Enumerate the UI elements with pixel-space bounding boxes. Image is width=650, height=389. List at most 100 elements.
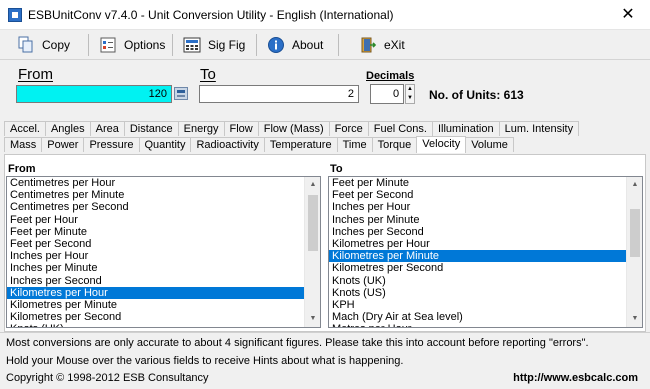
list-item[interactable]: Kilometres per Hour <box>7 286 320 299</box>
list-item[interactable]: Knots (US) <box>329 287 642 299</box>
list-item[interactable]: Inches per Second <box>329 226 642 238</box>
website-link[interactable]: http://www.esbcalc.com <box>513 372 638 384</box>
decimals-input[interactable]: 0 <box>370 84 404 104</box>
info-icon <box>266 35 286 55</box>
list-item[interactable]: Feet per Second <box>7 238 320 250</box>
copyright: Copyright © 1998-2012 ESB Consultancy <box>6 372 209 384</box>
copy-button[interactable]: Copy <box>8 33 78 57</box>
category-tabs: Accel. Angles Area Distance Energy Flow Flow (… <box>4 121 646 155</box>
to-list-scrollbar[interactable]: ▲ ▼ <box>626 177 642 327</box>
list-item[interactable]: Kilometres per Second <box>7 311 320 323</box>
accuracy-note: Most conversions are only accurate to ab… <box>6 337 589 349</box>
list-item[interactable]: Knots (UK) <box>329 275 642 287</box>
decimals-spinner[interactable]: ▲ ▼ <box>405 84 415 104</box>
options-icon <box>98 35 118 55</box>
from-unit-list[interactable]: Centimetres per Hour Centimetres per Minu… <box>6 176 321 328</box>
tab-velocity[interactable]: Velocity <box>416 136 467 153</box>
scroll-thumb[interactable] <box>630 209 640 257</box>
tab-volume[interactable]: Volume <box>465 137 514 152</box>
list-item[interactable]: Inches per Minute <box>7 262 320 274</box>
scroll-up-icon[interactable]: ▲ <box>627 177 642 193</box>
list-item[interactable]: KPH <box>329 299 642 311</box>
tab-accel[interactable]: Accel. <box>4 121 46 136</box>
copy-icon <box>16 35 36 55</box>
exit-label: eXit <box>384 38 405 52</box>
list-item[interactable]: Inches per Second <box>7 275 320 287</box>
tab-force[interactable]: Force <box>328 121 369 136</box>
spin-up-icon[interactable]: ▲ <box>406 85 414 94</box>
calculator-icon[interactable] <box>174 87 188 100</box>
spin-down-icon[interactable]: ▼ <box>406 94 414 103</box>
sigfig-icon <box>182 35 202 55</box>
to-value-field[interactable]: 2 <box>199 85 359 103</box>
sigfig-label: Sig Fig <box>208 38 246 52</box>
list-item[interactable]: Kilometres per Minute <box>7 299 320 311</box>
from-value-input[interactable]: 120 <box>16 85 172 103</box>
tab-torque[interactable]: Torque <box>371 137 418 152</box>
tab-area[interactable]: Area <box>89 121 125 136</box>
list-item[interactable]: Metres per Hour <box>329 323 642 327</box>
list-item[interactable]: Kilometres per Minute <box>329 250 642 263</box>
list-item[interactable]: Feet per Minute <box>329 177 642 189</box>
from-label: From <box>18 66 53 83</box>
tab-fuel-cons[interactable]: Fuel Cons. <box>367 121 433 136</box>
list-item[interactable]: Feet per Second <box>329 189 642 201</box>
close-button[interactable]: ✕ <box>618 5 638 25</box>
to-list-label: To <box>330 163 343 175</box>
scroll-down-icon[interactable]: ▼ <box>305 311 320 327</box>
status-bar: Most conversions are only accurate to ab… <box>0 332 650 389</box>
list-item[interactable]: Feet per Minute <box>7 226 320 238</box>
list-item[interactable]: Centimetres per Hour <box>7 177 320 189</box>
toolbar: Copy Options Sig Fig About eXit <box>0 30 650 60</box>
toolbar-separator <box>88 34 89 56</box>
tab-lum-intensity[interactable]: Lum. Intensity <box>498 121 580 136</box>
list-item[interactable]: Centimetres per Second <box>7 201 320 213</box>
tab-energy[interactable]: Energy <box>177 121 225 136</box>
about-button[interactable]: About <box>258 33 331 57</box>
scroll-down-icon[interactable]: ▼ <box>627 311 642 327</box>
sigfig-button[interactable]: Sig Fig <box>174 33 253 57</box>
to-list-items: Feet per Minute Feet per Second Inches per… <box>329 177 642 327</box>
list-item[interactable]: Centimetres per Minute <box>7 189 320 201</box>
scroll-up-icon[interactable]: ▲ <box>305 177 320 193</box>
copy-label: Copy <box>42 38 71 52</box>
title-bar: ESBUnitConv v7.4.0 - Unit Conversion Uti… <box>0 0 650 30</box>
list-item[interactable]: Inches per Minute <box>329 214 642 226</box>
options-button[interactable]: Options <box>90 33 173 57</box>
list-item[interactable]: Inches per Hour <box>7 250 320 262</box>
list-item[interactable]: Mach (Dry Air at Sea level) <box>329 311 642 323</box>
list-item[interactable]: Feet per Hour <box>7 214 320 226</box>
toolbar-separator <box>172 34 173 56</box>
app-icon <box>8 8 22 22</box>
tab-pressure[interactable]: Pressure <box>83 137 140 152</box>
tab-row-1: Accel. Angles Area Distance Energy Flow Flow (… <box>4 121 580 136</box>
to-label: To <box>200 66 216 83</box>
tab-illumination[interactable]: Illumination <box>431 121 500 136</box>
tab-radioactivity[interactable]: Radioactivity <box>190 137 265 152</box>
tab-angles[interactable]: Angles <box>44 121 91 136</box>
tab-quantity[interactable]: Quantity <box>138 137 192 152</box>
tab-flow-mass[interactable]: Flow (Mass) <box>257 121 330 136</box>
from-list-label: From <box>8 163 36 175</box>
scroll-thumb[interactable] <box>308 195 318 251</box>
from-list-items: Centimetres per Hour Centimetres per Minu… <box>7 177 320 327</box>
about-label: About <box>292 38 324 52</box>
units-count: No. of Units: 613 <box>429 88 524 102</box>
from-list-scrollbar[interactable]: ▲ ▼ <box>304 177 320 327</box>
list-item[interactable]: Knots (UK) <box>7 323 320 327</box>
decimals-label: Decimals <box>366 70 415 82</box>
tab-temperature[interactable]: Temperature <box>263 137 338 152</box>
exit-icon <box>358 35 378 55</box>
tab-power[interactable]: Power <box>41 137 85 152</box>
tab-time[interactable]: Time <box>336 137 373 152</box>
tab-flow[interactable]: Flow <box>223 121 259 136</box>
list-item[interactable]: Kilometres per Second <box>329 262 642 274</box>
to-unit-list[interactable]: Feet per Minute Feet per Second Inches per… <box>328 176 643 328</box>
toolbar-separator <box>256 34 257 56</box>
exit-button[interactable]: eXit <box>350 33 413 57</box>
toolbar-separator <box>338 34 339 56</box>
tab-mass[interactable]: Mass <box>4 137 43 152</box>
list-item[interactable]: Inches per Hour <box>329 201 642 213</box>
tab-distance[interactable]: Distance <box>123 121 179 136</box>
list-item[interactable]: Kilometres per Hour <box>329 238 642 250</box>
